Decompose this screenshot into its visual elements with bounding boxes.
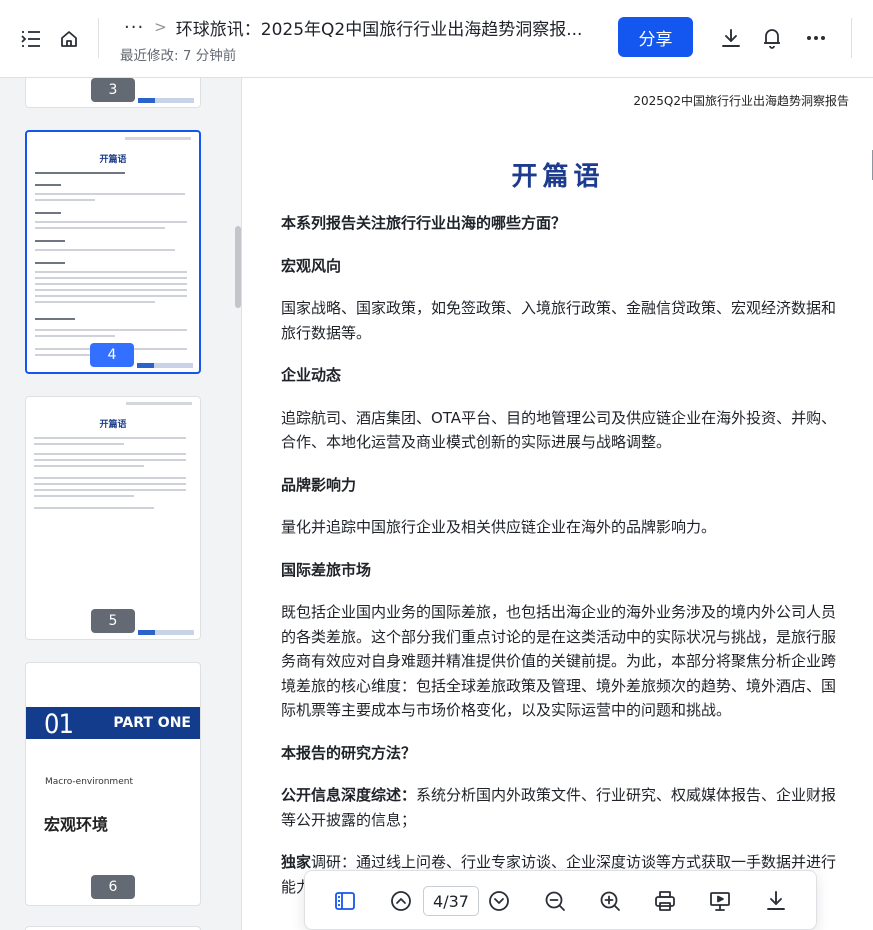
breadcrumb-separator: > [154,18,167,36]
thumbnail-line [34,459,186,461]
thumbnail-logo [138,98,194,103]
thumbnail-line [35,212,61,214]
thumbnail-line [35,289,187,291]
thumbnail-line [35,277,187,279]
content-paragraph: 追踪航司、酒店集团、OTA平台、目的地管理公司及供应链企业在海外投资、并购、合作… [281,408,837,452]
section-english-title: Macro-environment [45,777,133,787]
thumbnail-line [35,301,155,303]
toggle-sidebar-icon[interactable] [329,885,361,917]
thumbnail-title: 开篇语 [99,420,127,430]
page-content: 本系列报告关注旅行行业出海的哪些方面？ 宏观风向 国家战略、国家政策，如免签政策… [281,206,837,899]
page-number-badge-selected: 4 [90,343,134,367]
breadcrumb-more-button[interactable]: ··· [124,17,144,38]
thumbnail-line [35,240,65,242]
thumbnail-line [34,477,186,479]
thumbnail-line [34,443,124,445]
content-paragraph: 公开信息深度综述：系统分析国内外政策文件、行业研究、权威媒体报告、企业财报等公开… [281,783,837,832]
download-icon[interactable] [760,885,792,917]
page-thumbnail-selected[interactable]: 开篇语 [25,130,201,374]
last-modified-label: 最近修改: 7 分钟前 [120,48,237,64]
thumbnail-line [34,437,186,439]
thumbnail-line [35,271,187,273]
paragraph-lead: 公开信息深度综述： [281,786,417,804]
thumbnail-line [35,227,165,229]
thumbnail-line [35,295,187,297]
thumbnail-line [35,335,115,337]
presentation-icon[interactable] [704,885,736,917]
page-number-indicator[interactable]: 4/37 [423,886,479,916]
thumbnail-line [35,283,187,285]
page-thumbnail[interactable] [25,926,201,930]
download-icon[interactable] [718,25,744,51]
thumbnail-line [34,483,186,485]
thumbnail-logo [137,363,193,368]
document-title[interactable]: 环球旅讯：2025年Q2中国旅行行业出海趋势洞察报... [176,15,583,40]
page-number-badge: 6 [91,875,135,899]
document-viewer: 2025Q2中国旅行行业出海趋势洞察报告 开篇语 本系列报告关注旅行行业出海的哪… [243,78,873,930]
page-thumbnail[interactable]: 01 PART ONE Macro-environment 宏观环境 [25,662,201,906]
thumbnail-title: 开篇语 [99,155,127,165]
thumbnail-line [35,262,65,264]
content-heading: 本系列报告关注旅行行业出海的哪些方面？ [281,214,567,232]
share-button[interactable]: 分享 [618,17,693,57]
content-paragraph: 量化并追踪中国旅行企业及相关供应链企业在海外的品牌影响力。 [281,518,717,536]
content-paragraph: 既包括企业国内业务的国际差旅，也包括出海企业的海外业务涉及的境内外公司人员的各类… [281,603,837,719]
home-icon[interactable] [56,26,82,52]
thumbnail-line [35,354,95,356]
header-right-divider [851,18,852,58]
part-number: 01 [44,709,74,740]
thumbnail-logo [138,630,194,635]
more-icon[interactable] [803,25,829,51]
zoom-out-icon[interactable] [539,885,571,917]
thumbnail-header [126,402,192,405]
page-number-badge: 3 [91,78,135,102]
sidebar-scrollbar[interactable] [235,226,241,308]
thumbnail-line [35,184,61,186]
thumbnail-line [34,465,144,467]
page-title: 开篇语 [511,162,605,192]
thumbnail-line [34,453,186,455]
thumbnail-sidebar: 3 开篇语 4 开篇语 5 01 PART ONE Macro-environm… [0,78,242,930]
print-icon[interactable] [649,885,681,917]
thumbnail-line [35,172,125,174]
previous-page-icon[interactable] [385,885,417,917]
page-number-badge: 5 [91,609,135,633]
content-heading: 国际差旅市场 [281,560,372,579]
thumbnail-line [34,507,154,509]
thumbnail-line [35,221,187,223]
content-heading: 企业动态 [281,366,342,384]
viewer-toolbar: 4/37 [304,870,817,930]
content-heading: 本报告的研究方法？ [281,743,417,762]
top-bar: ··· > 环球旅讯：2025年Q2中国旅行行业出海趋势洞察报... 最近修改:… [0,0,873,78]
part-label: PART ONE [113,715,191,731]
outline-toggle-icon[interactable] [18,26,44,52]
paragraph-lead: 独家 [281,853,312,871]
page-thumbnail[interactable]: 开篇语 [25,396,201,640]
zoom-in-icon[interactable] [594,885,626,917]
section-chinese-title: 宏观环境 [44,815,109,834]
thumbnail-header [125,137,191,140]
thumbnail-line [35,249,175,251]
thumbnail-line [34,489,186,491]
content-heading: 品牌影响力 [281,475,357,494]
thumbnail-line [35,318,75,320]
thumbnail-line [34,495,134,497]
breadcrumb: ··· > 环球旅讯：2025年Q2中国旅行行业出海趋势洞察报... [124,14,599,40]
thumbnail-line [35,199,95,201]
content-paragraph: 国家战略、国家政策，如免签政策、入境旅行政策、金融信贷政策、宏观经济数据和旅行数… [281,299,837,342]
header-divider [98,18,99,58]
thumbnail-line [35,193,185,195]
page-running-header: 2025Q2中国旅行行业出海趋势洞察报告 [633,94,849,108]
bell-icon[interactable] [759,25,785,51]
thumbnail-line [35,329,187,331]
next-page-icon[interactable] [483,885,515,917]
content-heading: 宏观风向 [281,256,342,275]
